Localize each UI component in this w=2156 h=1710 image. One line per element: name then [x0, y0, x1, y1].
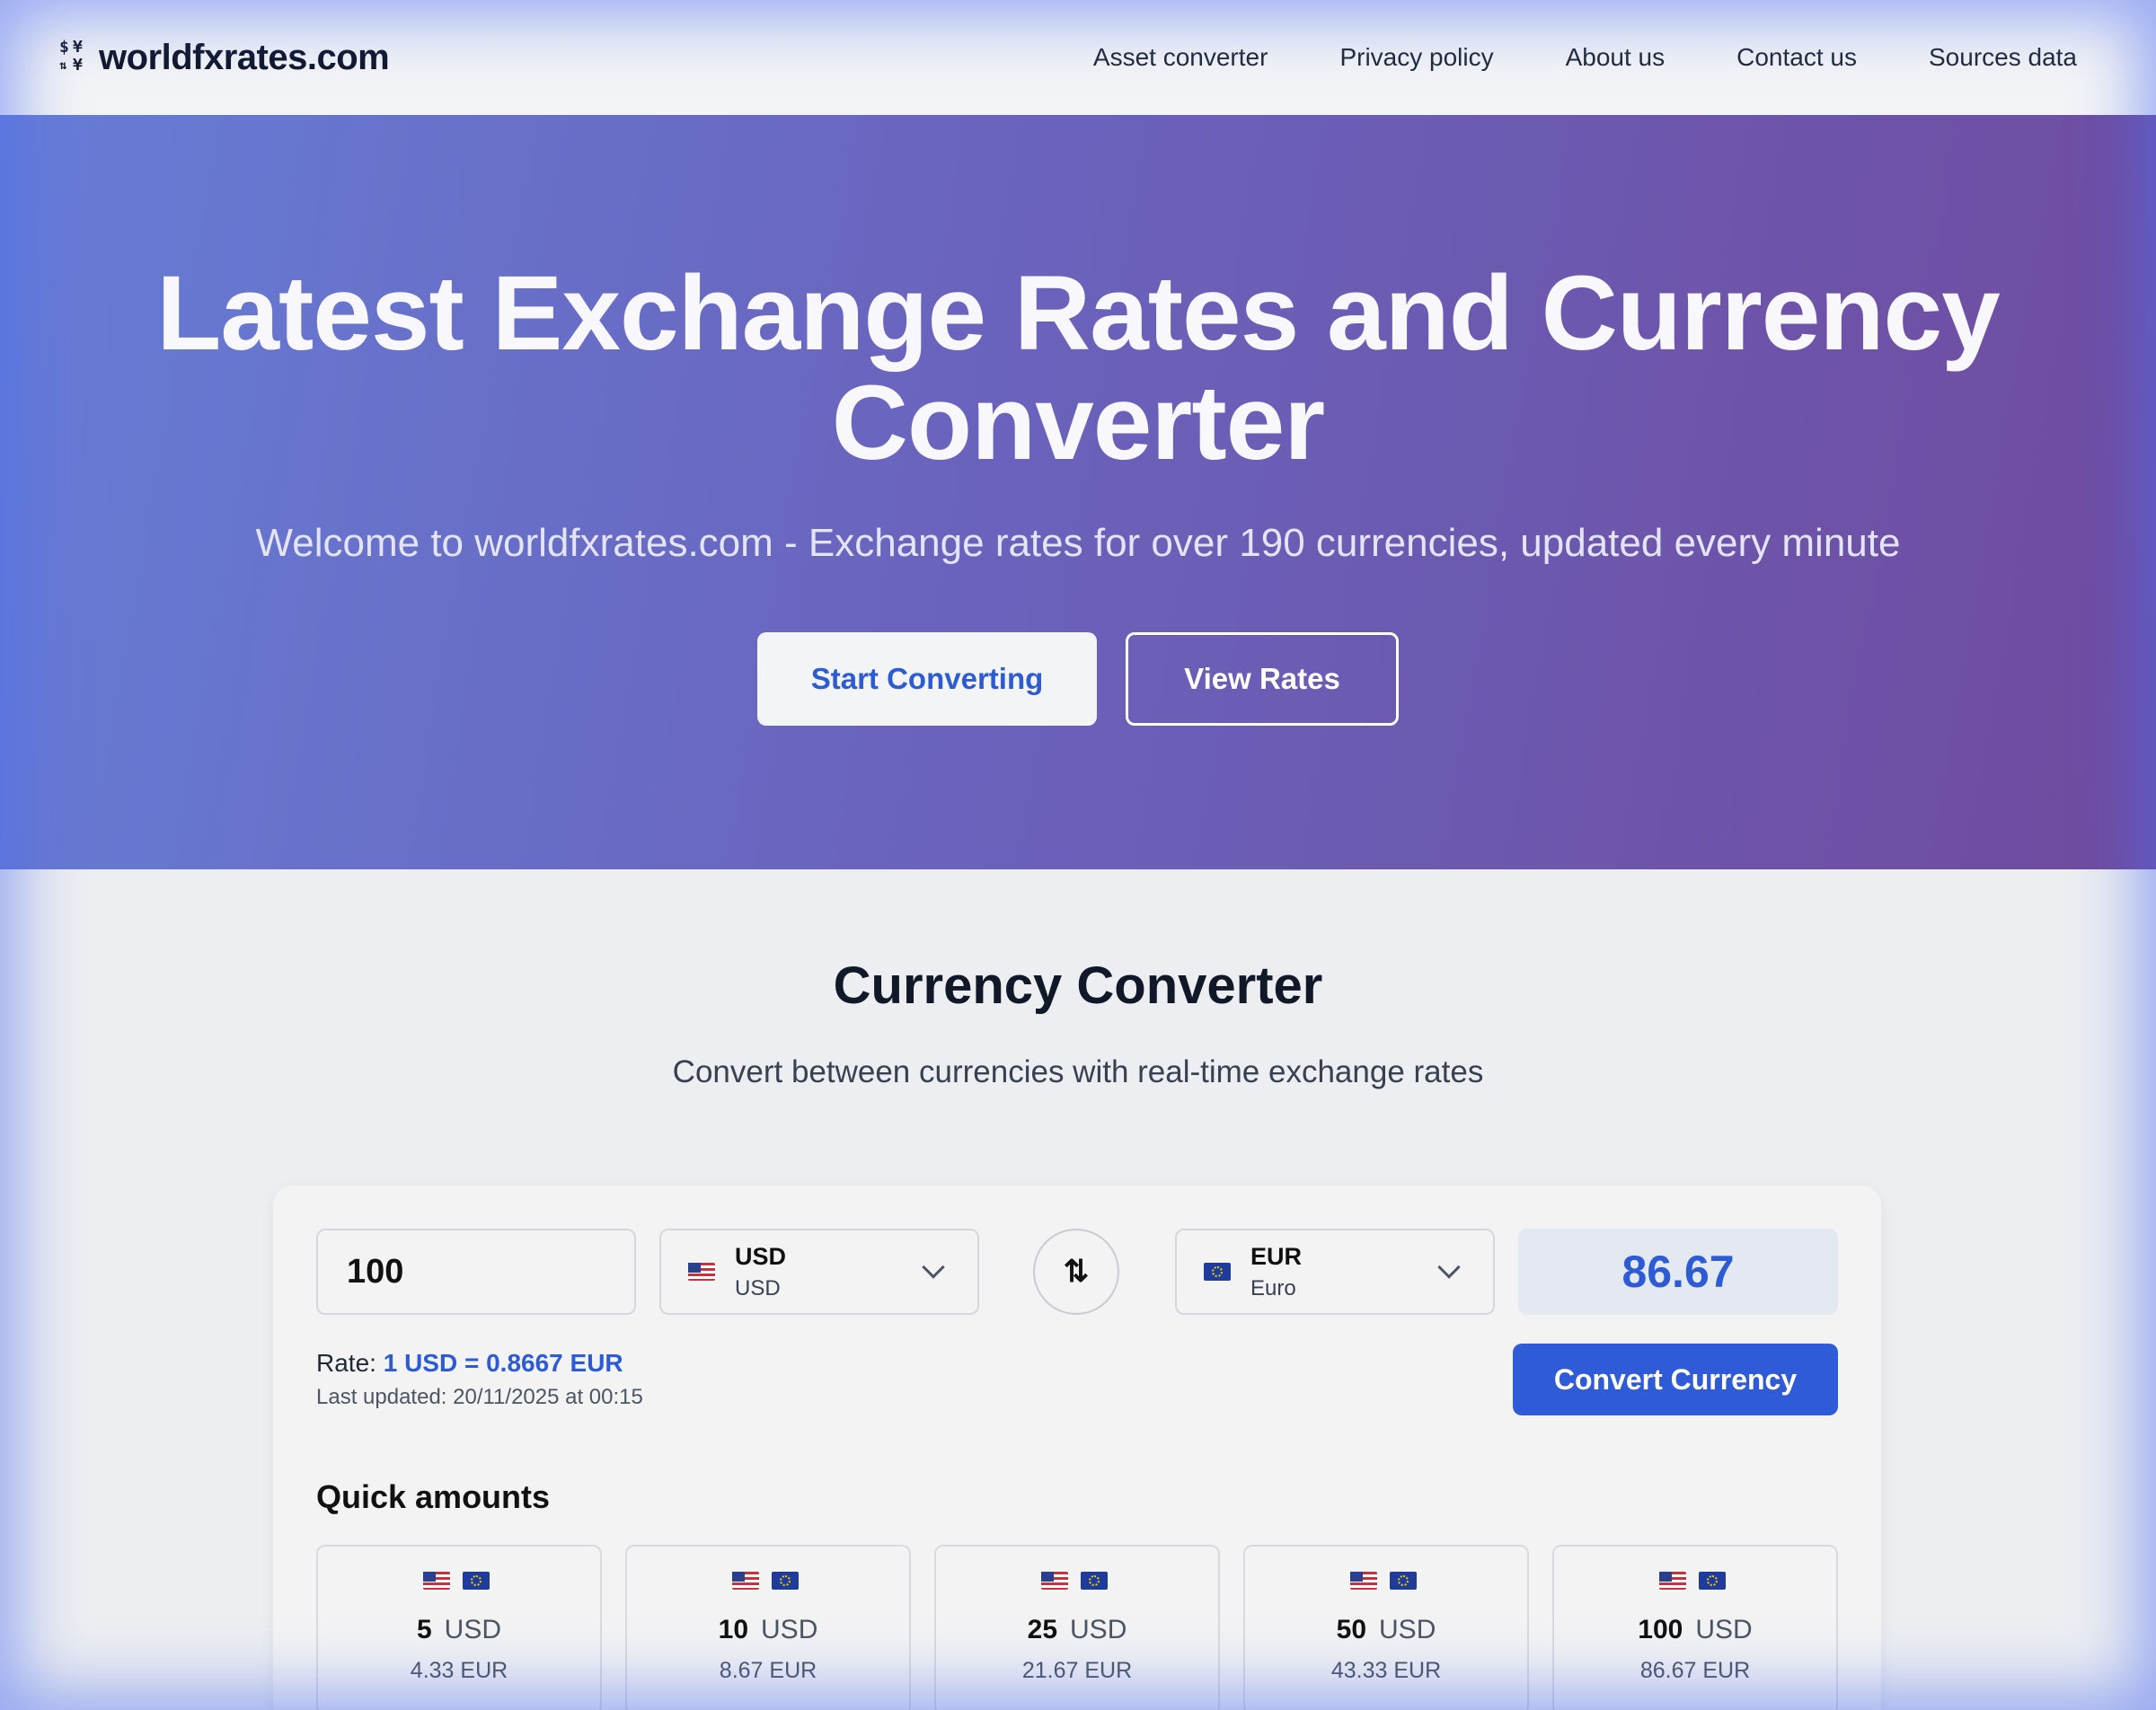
nav-links: Asset converter Privacy policy About us … [1093, 43, 2077, 72]
nav-contact-us[interactable]: Contact us [1736, 43, 1857, 72]
converter-title: Currency Converter [833, 956, 1323, 1015]
nav-sources-data[interactable]: Sources data [1929, 43, 2077, 72]
chevron-down-icon [1437, 1256, 1461, 1279]
top-nav: $ ¥ ⇅ ¥ worldfxrates.com Asset converter… [0, 0, 2156, 115]
quick-amount-item[interactable]: 50 USD 43.33 EUR [1243, 1545, 1529, 1710]
nav-asset-converter[interactable]: Asset converter [1093, 43, 1268, 72]
rate-value: 1 USD = 0.8667 EUR [383, 1349, 623, 1377]
quick-amounts-list: 5 USD 4.33 EUR 10 USD 8.67 EUR 25 USD 21.67… [316, 1545, 1838, 1710]
rate-line: Rate: 1 USD = 0.8667 EUR [316, 1349, 623, 1378]
quick-amount-currency: USD [1070, 1615, 1127, 1644]
hero-subtitle: Welcome to worldfxrates.com - Exchange r… [255, 521, 1901, 565]
us-flag-icon [1659, 1572, 1686, 1590]
eu-flag-icon [772, 1572, 799, 1590]
hero-section: Latest Exchange Rates and Currency Conve… [0, 115, 2156, 869]
us-flag-icon [1041, 1572, 1068, 1590]
us-flag-icon [688, 1263, 715, 1281]
converter-subtitle: Convert between currencies with real-tim… [672, 1054, 1484, 1089]
eu-flag-icon [1081, 1572, 1108, 1590]
quick-amount-value: 5 [416, 1615, 432, 1644]
from-currency-select[interactable]: USD USD [659, 1229, 979, 1315]
quick-amount-currency: USD [761, 1615, 818, 1644]
convert-currency-button[interactable]: Convert Currency [1513, 1344, 1838, 1415]
quick-amount-item[interactable]: 10 USD 8.67 EUR [625, 1545, 911, 1710]
quick-amount-value: 50 [1336, 1615, 1367, 1644]
quick-amounts-title: Quick amounts [316, 1478, 551, 1515]
view-rates-button[interactable]: View Rates [1126, 632, 1399, 726]
quick-amount-value: 10 [718, 1615, 749, 1644]
swap-currencies-button[interactable]: ⇅ [1033, 1229, 1119, 1315]
from-currency-code: USD [735, 1242, 787, 1270]
quick-amount-item[interactable]: 100 USD 86.67 EUR [1552, 1545, 1838, 1710]
us-flag-icon [423, 1572, 450, 1590]
conversion-result: 86.67 [1518, 1229, 1838, 1315]
quick-amount-value: 100 [1638, 1615, 1683, 1644]
eu-flag-icon [1390, 1572, 1417, 1590]
quick-amount-currency: USD [1379, 1615, 1436, 1644]
converter-card: USD USD ⇅ EUR Euro 86.67 Rate: 1 USD = 0… [273, 1186, 1881, 1710]
from-currency-name: USD [735, 1275, 781, 1300]
amount-input[interactable] [316, 1229, 636, 1315]
rate-label: Rate: [316, 1349, 376, 1377]
us-flag-icon [732, 1572, 759, 1590]
quick-amount-item[interactable]: 5 USD 4.33 EUR [316, 1545, 602, 1710]
quick-amount-result: 86.67 EUR [1639, 1658, 1751, 1683]
quick-amount-result: 4.33 EUR [410, 1658, 508, 1683]
nav-privacy-policy[interactable]: Privacy policy [1339, 43, 1493, 72]
chevron-down-icon [922, 1256, 945, 1279]
quick-amount-value: 25 [1027, 1615, 1058, 1644]
to-currency-name: Euro [1250, 1275, 1296, 1300]
start-converting-button[interactable]: Start Converting [757, 632, 1097, 726]
to-currency-select[interactable]: EUR Euro [1175, 1229, 1495, 1315]
last-updated: Last updated: 20/11/2025 at 00:15 [316, 1385, 643, 1409]
page: $ ¥ ⇅ ¥ worldfxrates.com Asset converter… [0, 0, 2156, 1710]
quick-amount-item[interactable]: 25 USD 21.67 EUR [934, 1545, 1220, 1710]
brand-name: worldfxrates.com [99, 37, 390, 77]
eu-flag-icon [1204, 1263, 1231, 1281]
eu-flag-icon [463, 1572, 490, 1590]
hero-title: Latest Exchange Rates and Currency Conve… [156, 254, 2000, 482]
quick-amount-result: 21.67 EUR [1021, 1658, 1133, 1683]
quick-amount-result: 43.33 EUR [1330, 1658, 1442, 1683]
us-flag-icon [1350, 1572, 1377, 1590]
quick-amount-currency: USD [444, 1615, 502, 1644]
currency-exchange-icon: $ ¥ ⇅ ¥ [59, 38, 83, 75]
quick-amount-currency: USD [1695, 1615, 1753, 1644]
to-currency-code: EUR [1250, 1242, 1303, 1270]
quick-amount-result: 8.67 EUR [719, 1658, 817, 1683]
swap-arrows-icon: ⇅ [1063, 1255, 1090, 1289]
nav-about-us[interactable]: About us [1566, 43, 1666, 72]
eu-flag-icon [1699, 1572, 1726, 1590]
hero-buttons: Start Converting View Rates [0, 632, 2156, 726]
logo[interactable]: $ ¥ ⇅ ¥ worldfxrates.com [59, 37, 390, 78]
